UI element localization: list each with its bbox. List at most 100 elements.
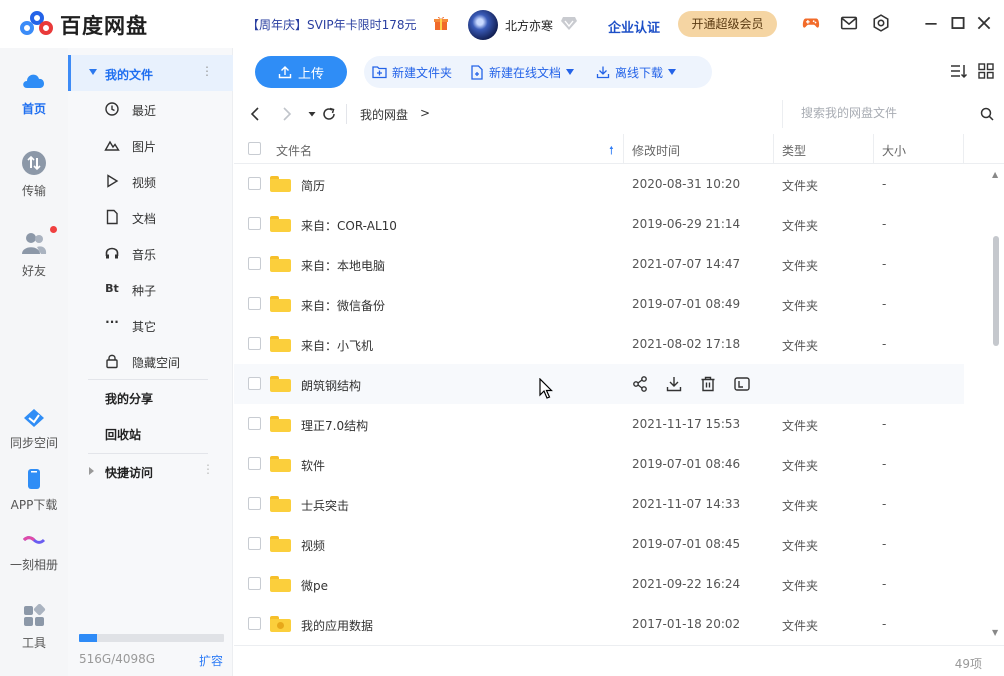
row-checkbox[interactable]	[248, 537, 261, 550]
sidebar-quick-access[interactable]: 快捷访问	[105, 464, 153, 481]
rail-item-sync[interactable]: 同步空间	[0, 408, 68, 451]
column-header-modified[interactable]: 修改时间	[632, 142, 680, 159]
row-checkbox[interactable]	[248, 377, 261, 390]
download-icon[interactable]	[665, 375, 683, 393]
row-checkbox[interactable]	[248, 617, 261, 630]
more-vertical-icon[interactable]: ⋮	[201, 64, 213, 78]
sidebar-item-images[interactable]: 图片	[68, 127, 233, 163]
row-checkbox[interactable]	[248, 417, 261, 430]
table-row[interactable]: 来自：小飞机 2021-08-02 17:18 文件夹 -	[234, 324, 964, 364]
sidebar-my-files[interactable]: 我的文件 ⋮	[68, 55, 233, 91]
row-checkbox[interactable]	[248, 297, 261, 310]
minimize-icon[interactable]	[922, 14, 940, 32]
mail-icon[interactable]	[840, 14, 858, 32]
table-row[interactable]: 视频 2019-07-01 08:45 文件夹 -	[234, 524, 964, 564]
game-icon[interactable]	[802, 14, 820, 32]
gift-icon[interactable]	[433, 15, 449, 31]
table-row[interactable]: 士兵突击 2021-11-07 14:33 文件夹 -	[234, 484, 964, 524]
super-vip-button[interactable]: 开通超级会员	[678, 11, 777, 37]
back-arrow-icon[interactable]	[248, 106, 264, 122]
table-row[interactable]: 软件 2019-07-01 08:46 文件夹 -	[234, 444, 964, 484]
table-row[interactable]: 理正7.0结构 2021-11-17 15:53 文件夹 -	[234, 404, 964, 444]
close-icon[interactable]	[975, 14, 993, 32]
file-name[interactable]: 我的应用数据	[301, 617, 373, 634]
offline-download-button[interactable]: 离线下载	[588, 64, 684, 81]
enterprise-verify-link[interactable]: 企业认证	[608, 17, 660, 36]
file-name[interactable]: 士兵突击	[301, 497, 349, 514]
rail-item-transfer[interactable]: 传输	[0, 150, 68, 199]
avatar[interactable]	[468, 10, 498, 40]
sidebar-my-share[interactable]: 我的分享	[105, 390, 153, 407]
promo-link[interactable]: 【周年庆】SVIP年卡限时178元	[247, 16, 417, 33]
sidebar-item-videos[interactable]: 视频	[68, 163, 233, 199]
scroll-up-arrow-icon[interactable]: ▲	[992, 170, 998, 179]
history-dropdown-icon[interactable]	[304, 106, 320, 122]
grid-view-icon[interactable]	[977, 62, 995, 80]
sidebar-recycle-bin[interactable]: 回收站	[105, 426, 141, 443]
column-header-size[interactable]: 大小	[882, 142, 906, 159]
row-checkbox[interactable]	[248, 497, 261, 510]
column-divider[interactable]	[873, 134, 874, 164]
collapse-caret-icon[interactable]	[89, 69, 97, 75]
vertical-scrollbar[interactable]: ▲ ▼	[991, 170, 999, 640]
search-input[interactable]	[801, 106, 971, 120]
file-name[interactable]: 软件	[301, 457, 325, 474]
row-checkbox[interactable]	[248, 577, 261, 590]
rail-item-tools[interactable]: 工具	[0, 604, 68, 651]
table-row[interactable]: 朗筑钢结构	[234, 364, 964, 404]
file-name[interactable]: 简历	[301, 177, 325, 194]
table-row[interactable]: 来自：COR-AL10 2019-06-29 21:14 文件夹 -	[234, 204, 964, 244]
file-name[interactable]: 来自：小飞机	[301, 337, 373, 354]
breadcrumb[interactable]: 我的网盘	[360, 106, 408, 123]
scrollbar-thumb[interactable]	[993, 236, 999, 346]
column-header-type[interactable]: 类型	[782, 142, 806, 159]
sidebar-item-documents[interactable]: 文档	[68, 199, 233, 235]
file-name[interactable]: 微pe	[301, 577, 328, 594]
more-actions-icon[interactable]	[733, 375, 751, 393]
forward-arrow-icon[interactable]	[278, 106, 294, 122]
table-row[interactable]: 来自：本地电脑 2021-07-07 14:47 文件夹 -	[234, 244, 964, 284]
refresh-icon[interactable]	[321, 106, 337, 122]
file-name[interactable]: 朗筑钢结构	[301, 377, 361, 394]
settings-icon[interactable]	[872, 14, 890, 32]
table-row[interactable]: 我的应用数据 2017-01-18 20:02 文件夹 -	[234, 604, 964, 644]
share-icon[interactable]	[631, 375, 649, 393]
sidebar-item-hidden-space[interactable]: 隐藏空间	[68, 343, 233, 379]
scroll-down-arrow-icon[interactable]: ▼	[992, 628, 998, 637]
sort-ascending-icon[interactable]: 🠕	[609, 142, 614, 161]
new-online-doc-button[interactable]: 新建在线文档	[462, 64, 582, 81]
rail-item-album[interactable]: 一刻相册	[0, 530, 68, 573]
upload-button[interactable]: 上传	[255, 56, 347, 88]
column-divider[interactable]	[623, 134, 624, 164]
more-vertical-icon[interactable]: ⋮	[202, 462, 214, 476]
rail-item-friends[interactable]: 好友	[0, 226, 68, 279]
row-checkbox[interactable]	[248, 217, 261, 230]
select-all-checkbox[interactable]	[248, 142, 261, 155]
sidebar-item-torrents[interactable]: Bt 种子	[68, 271, 233, 307]
table-row[interactable]: 来自：微信备份 2019-07-01 08:49 文件夹 -	[234, 284, 964, 324]
expand-caret-icon[interactable]	[89, 467, 94, 475]
column-divider[interactable]	[773, 134, 774, 164]
maximize-icon[interactable]	[949, 14, 967, 32]
expand-storage-link[interactable]: 扩容	[199, 652, 223, 669]
file-name[interactable]: 来自：COR-AL10	[301, 217, 397, 234]
file-name[interactable]: 视频	[301, 537, 325, 554]
row-checkbox[interactable]	[248, 337, 261, 350]
column-header-name[interactable]: 文件名	[276, 142, 312, 159]
row-checkbox[interactable]	[248, 177, 261, 190]
vip-diamond-icon[interactable]	[561, 16, 577, 30]
table-row[interactable]: 简历 2020-08-31 10:20 文件夹 -	[234, 164, 964, 204]
search-icon[interactable]	[979, 106, 995, 122]
sort-icon[interactable]	[950, 62, 968, 80]
table-row[interactable]: 微pe 2021-09-22 16:24 文件夹 -	[234, 564, 964, 604]
new-folder-button[interactable]: 新建文件夹	[364, 64, 460, 81]
row-checkbox[interactable]	[248, 257, 261, 270]
file-name[interactable]: 理正7.0结构	[301, 417, 368, 434]
column-divider[interactable]	[963, 134, 964, 164]
delete-icon[interactable]	[699, 375, 717, 393]
file-name[interactable]: 来自：本地电脑	[301, 257, 385, 274]
sidebar-item-others[interactable]: ··· 其它	[68, 307, 233, 343]
rail-item-home[interactable]: 首页	[0, 68, 68, 117]
sidebar-item-recent[interactable]: 最近	[68, 91, 233, 127]
row-checkbox[interactable]	[248, 457, 261, 470]
